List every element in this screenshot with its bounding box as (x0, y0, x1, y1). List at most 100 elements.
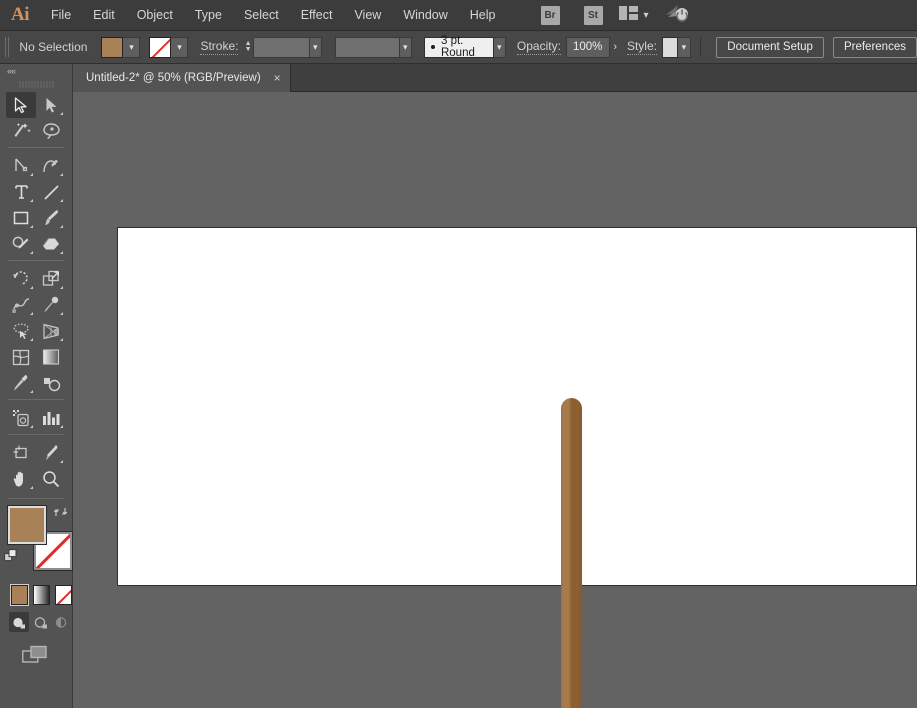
arrange-documents-button[interactable]: ▾ (619, 6, 649, 25)
tools-group-navigation (0, 438, 72, 492)
tools-group-transform (0, 264, 72, 396)
stroke-color-swatch-none[interactable] (149, 37, 171, 58)
stroke-color-control[interactable]: ▾ (149, 37, 188, 58)
draw-inside-button[interactable] (52, 612, 72, 632)
menu-select[interactable]: Select (233, 0, 290, 31)
mesh-tool[interactable] (6, 344, 36, 370)
chevron-down-icon: ▾ (644, 10, 649, 21)
eyedropper-tool[interactable] (6, 370, 36, 396)
shape-builder-tool[interactable] (6, 318, 36, 344)
tools-group-symbols (0, 403, 72, 431)
stroke-weight-chevron-down-icon[interactable]: ▾ (310, 37, 322, 58)
menu-window[interactable]: Window (392, 0, 458, 31)
fill-dropdown-chevron-down-icon[interactable]: ▾ (123, 37, 140, 58)
zoom-tool[interactable] (36, 466, 66, 492)
brush-definition-chevron-down-icon[interactable]: ▾ (494, 37, 506, 58)
change-screen-mode-button[interactable] (0, 632, 72, 670)
tools-group-selection (0, 90, 72, 144)
gradient-tool[interactable] (36, 344, 66, 370)
menu-effect[interactable]: Effect (290, 0, 344, 31)
draw-normal-button[interactable] (9, 612, 29, 632)
illustrator-logo: Ai (0, 0, 40, 31)
style-chevron-down-icon[interactable]: ▾ (678, 37, 690, 58)
collapse-panel-button[interactable]: «« (0, 64, 72, 78)
tools-panel-grip[interactable] (18, 78, 54, 90)
magic-wand-tool[interactable] (6, 118, 36, 144)
opacity-label[interactable]: Opacity: (517, 39, 561, 55)
menu-file[interactable]: File (40, 0, 82, 31)
fill-stroke-controls (0, 504, 72, 579)
draw-mode-row (0, 605, 72, 632)
document-tab-bar: Untitled-2* @ 50% (RGB/Preview) × (73, 64, 917, 92)
stroke-dropdown-chevron-down-icon[interactable]: ▾ (171, 37, 188, 58)
brush-definition-input[interactable]: 3 pt. Round (424, 37, 494, 58)
selection-status-label: No Selection (15, 40, 95, 54)
stroke-weight-input[interactable] (253, 37, 310, 58)
canvas-area[interactable] (73, 92, 917, 708)
brush-stroke-path[interactable] (561, 398, 582, 708)
type-tool[interactable] (6, 179, 36, 205)
opacity-expand-chevron-right-icon[interactable]: › (610, 37, 621, 58)
lasso-tool[interactable] (36, 118, 66, 144)
menu-help[interactable]: Help (459, 0, 507, 31)
variable-width-chevron-down-icon[interactable]: ▾ (400, 37, 412, 58)
blend-tool[interactable] (36, 370, 66, 396)
slice-tool[interactable] (36, 440, 66, 466)
artboard[interactable] (117, 227, 917, 586)
stroke-weight-label[interactable]: Stroke: (200, 39, 238, 55)
variable-width-profile-input[interactable] (335, 37, 400, 58)
document-tab-title: Untitled-2* @ 50% (RGB/Preview) (86, 72, 261, 84)
hand-tool[interactable] (6, 466, 36, 492)
draw-behind-button[interactable] (31, 612, 51, 632)
control-bar-grip[interactable] (5, 37, 11, 57)
arrange-documents-icon (619, 6, 638, 25)
toolbar-fill-swatch[interactable] (8, 506, 46, 544)
fill-control[interactable]: ▾ (101, 37, 140, 58)
direct-selection-tool[interactable] (36, 92, 66, 118)
sync-status-icon (665, 4, 689, 27)
curvature-tool[interactable] (36, 153, 66, 179)
rotate-tool[interactable] (6, 266, 36, 292)
line-segment-tool[interactable] (36, 179, 66, 205)
menu-bar: Ai File Edit Object Type Select Effect V… (0, 0, 917, 31)
scale-tool[interactable] (36, 266, 66, 292)
menu-object[interactable]: Object (126, 0, 184, 31)
menu-type[interactable]: Type (184, 0, 233, 31)
none-mode-button[interactable] (55, 585, 72, 605)
brush-definition-label: 3 pt. Round (441, 35, 487, 59)
width-tool[interactable] (6, 292, 36, 318)
tools-panel: «« (0, 64, 73, 708)
selection-tool[interactable] (6, 92, 36, 118)
swap-fill-stroke-icon[interactable] (54, 505, 67, 523)
document-tab[interactable]: Untitled-2* @ 50% (RGB/Preview) × (73, 64, 291, 92)
default-fill-stroke-icon[interactable] (4, 549, 19, 569)
rectangle-tool[interactable] (6, 205, 36, 231)
fill-color-swatch[interactable] (101, 37, 123, 58)
preferences-button[interactable]: Preferences (833, 37, 917, 58)
gradient-mode-button[interactable] (33, 585, 50, 605)
symbol-sprayer-tool[interactable] (6, 405, 36, 431)
menu-bar-right-tools: Br St ▾ (529, 4, 689, 27)
stepper-down-icon: ▼ (245, 47, 252, 53)
menu-view[interactable]: View (343, 0, 392, 31)
color-gradient-none-row (0, 579, 72, 605)
eraser-tool[interactable] (36, 231, 66, 257)
sync-status-button[interactable] (665, 4, 689, 27)
stroke-weight-stepper[interactable]: ▲ ▼ (243, 37, 252, 58)
graphic-style-swatch[interactable] (662, 37, 678, 58)
stock-badge[interactable]: St (584, 6, 603, 25)
color-mode-button[interactable] (11, 585, 28, 605)
shaper-pencil-tool[interactable] (6, 231, 36, 257)
menu-edit[interactable]: Edit (82, 0, 126, 31)
style-label[interactable]: Style: (627, 39, 657, 55)
paintbrush-tool[interactable] (36, 205, 66, 231)
puppet-warp-tool[interactable] (36, 292, 66, 318)
close-icon[interactable]: × (274, 72, 281, 84)
column-graph-tool[interactable] (36, 405, 66, 431)
perspective-grid-tool[interactable] (36, 318, 66, 344)
artboard-tool[interactable] (6, 440, 36, 466)
opacity-input[interactable]: 100% (566, 37, 610, 58)
pen-tool[interactable] (6, 153, 36, 179)
document-setup-button[interactable]: Document Setup (716, 37, 824, 58)
bridge-badge[interactable]: Br (541, 6, 560, 25)
